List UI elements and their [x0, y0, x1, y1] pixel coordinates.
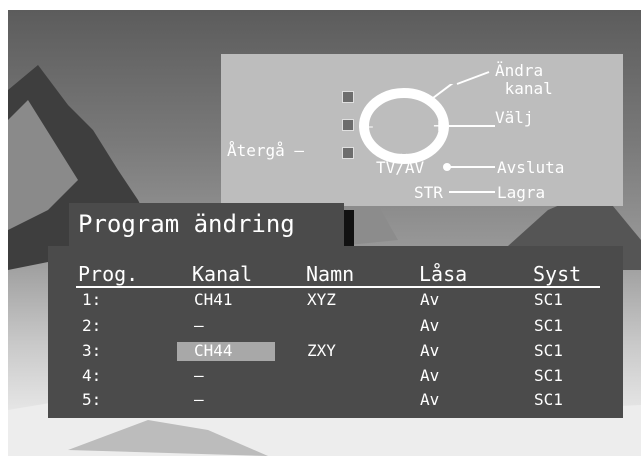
- column-header-name: Namn: [306, 262, 355, 286]
- program-table-panel: Prog. Kanal Namn Låsa Syst 1: CH41 XYZ A…: [48, 246, 623, 418]
- row-prog: 4:: [82, 366, 102, 385]
- row-channel: –: [194, 390, 204, 409]
- dpad-right-icon: +: [432, 116, 445, 135]
- row-prog: 3:: [82, 341, 102, 360]
- dpad-left-icon: –: [367, 119, 374, 135]
- header-divider: [76, 286, 600, 288]
- menu-title: Program ändring: [78, 210, 295, 238]
- row-system: SC1: [534, 390, 563, 409]
- row-channel: CH44: [194, 341, 233, 360]
- row-system: SC1: [534, 290, 563, 309]
- menu-title-box: Program ändring: [69, 203, 344, 246]
- legend-back: Återgå –: [227, 141, 305, 160]
- legend-change-channel: Ändra kanal: [495, 61, 553, 98]
- row-lock: Av: [420, 390, 440, 409]
- legend-square-back-icon: [342, 147, 354, 159]
- row-system: SC1: [534, 366, 563, 385]
- row-system: SC1: [534, 316, 563, 335]
- legend-select: Välj: [495, 108, 534, 127]
- row-lock: Av: [420, 366, 440, 385]
- legend-square-middle-icon: [342, 119, 354, 131]
- save-pointer: [449, 191, 495, 193]
- row-prog: 2:: [82, 316, 102, 335]
- column-header-lock: Låsa: [419, 262, 468, 286]
- row-channel: –: [194, 366, 204, 385]
- row-channel: –: [194, 316, 204, 335]
- column-header-channel: Kanal: [192, 262, 253, 286]
- row-lock: Av: [420, 290, 440, 309]
- remote-legend-panel: ∧ ∨ – + Ändra kanal Välj Återgå – TV/AV …: [221, 54, 623, 206]
- row-lock: Av: [420, 341, 440, 360]
- legend-str: STR: [414, 183, 443, 202]
- row-name: XYZ: [307, 290, 336, 309]
- row-system: SC1: [534, 341, 563, 360]
- row-lock: Av: [420, 316, 440, 335]
- row-name: ZXY: [307, 341, 336, 360]
- legend-square-top-icon: [342, 91, 354, 103]
- row-prog: 1:: [82, 290, 102, 309]
- row-channel: CH41: [194, 290, 233, 309]
- row-prog: 5:: [82, 390, 102, 409]
- legend-tv-av: TV/AV: [376, 158, 425, 177]
- column-header-prog: Prog.: [78, 262, 139, 286]
- legend-exit: Avsluta: [497, 158, 565, 177]
- legend-save: Lagra: [497, 183, 546, 202]
- tv-screen: ∧ ∨ – + Ändra kanal Välj Återgå – TV/AV …: [8, 10, 641, 456]
- column-header-system: Syst: [533, 262, 582, 286]
- change-channel-pointer: [456, 71, 490, 85]
- dpad-up-icon: ∧: [399, 85, 409, 101]
- exit-pointer: [443, 163, 495, 171]
